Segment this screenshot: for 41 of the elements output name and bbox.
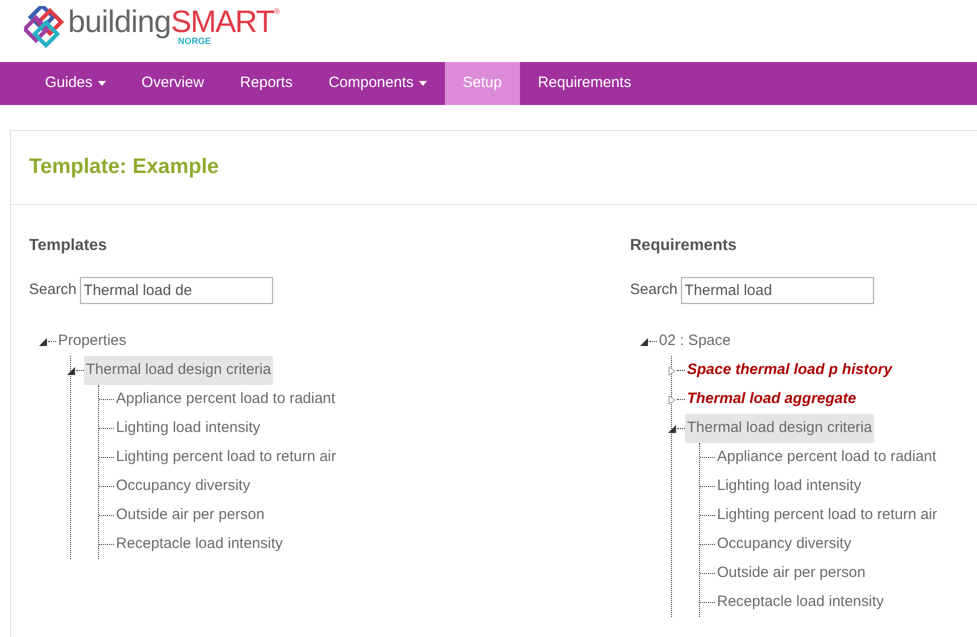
section-heading: Templates	[29, 236, 108, 256]
tree-node[interactable]: Receptacle load intensity	[114, 530, 285, 559]
tree-node[interactable]: Appliance percent load to radiant	[715, 443, 938, 472]
tree-node[interactable]: Occupancy diversity	[715, 530, 854, 559]
tree-node[interactable]: Thermal load design criteria	[685, 414, 874, 443]
logo-icon	[24, 6, 64, 48]
nav-tab[interactable]: Guides	[27, 62, 124, 105]
page-title: Template: Example	[28, 154, 220, 180]
section-heading: Requirements	[630, 236, 738, 256]
logo-country: NORGE	[178, 37, 212, 46]
tree-node[interactable]: Lighting percent load to return air	[715, 501, 940, 530]
nav-tab[interactable]: Components	[310, 62, 445, 105]
nav-tab[interactable]: Reports	[222, 62, 311, 105]
registered-mark: ®	[274, 6, 280, 16]
tree-node[interactable]: Appliance percent load to radiant	[114, 385, 338, 414]
expand-toggle-icon[interactable]	[667, 394, 677, 405]
nav-tab[interactable]: Overview	[124, 62, 222, 105]
tree-node[interactable]: Lighting percent load to return air	[114, 443, 338, 472]
collapse-toggle-icon[interactable]	[66, 366, 76, 376]
tree-node[interactable]: Occupancy diversity	[114, 472, 252, 501]
tree-node[interactable]: Outside air per person	[114, 501, 266, 530]
collapse-toggle-icon[interactable]	[667, 424, 677, 434]
tree-node[interactable]: Thermal load aggregate	[685, 385, 858, 414]
search-label: Search	[29, 280, 77, 300]
tree-node[interactable]: Space thermal load p history	[685, 356, 894, 385]
tree-node[interactable]: 02 : Space	[657, 327, 733, 356]
expand-toggle-icon[interactable]	[667, 366, 677, 376]
search-field[interactable]: Thermal load	[680, 277, 874, 304]
search-field[interactable]: Thermal load de	[80, 277, 273, 304]
collapse-toggle-icon[interactable]	[38, 336, 48, 347]
tree-node[interactable]: Thermal load design criteria	[84, 356, 274, 385]
logo-brand: SMART	[170, 6, 274, 37]
collapse-toggle-icon[interactable]	[639, 336, 649, 347]
tree-node[interactable]: Lighting load intensity	[715, 472, 864, 501]
tree-node[interactable]: Properties	[56, 327, 128, 356]
search-label: Search	[630, 280, 678, 300]
nav-tab[interactable]: Requirements	[520, 62, 650, 105]
tree-node[interactable]: Outside air per person	[715, 559, 868, 588]
tree-node[interactable]: Lighting load intensity	[114, 414, 262, 443]
logo-wordmark: building	[68, 6, 171, 37]
tree-node[interactable]: Receptacle load intensity	[715, 588, 886, 617]
